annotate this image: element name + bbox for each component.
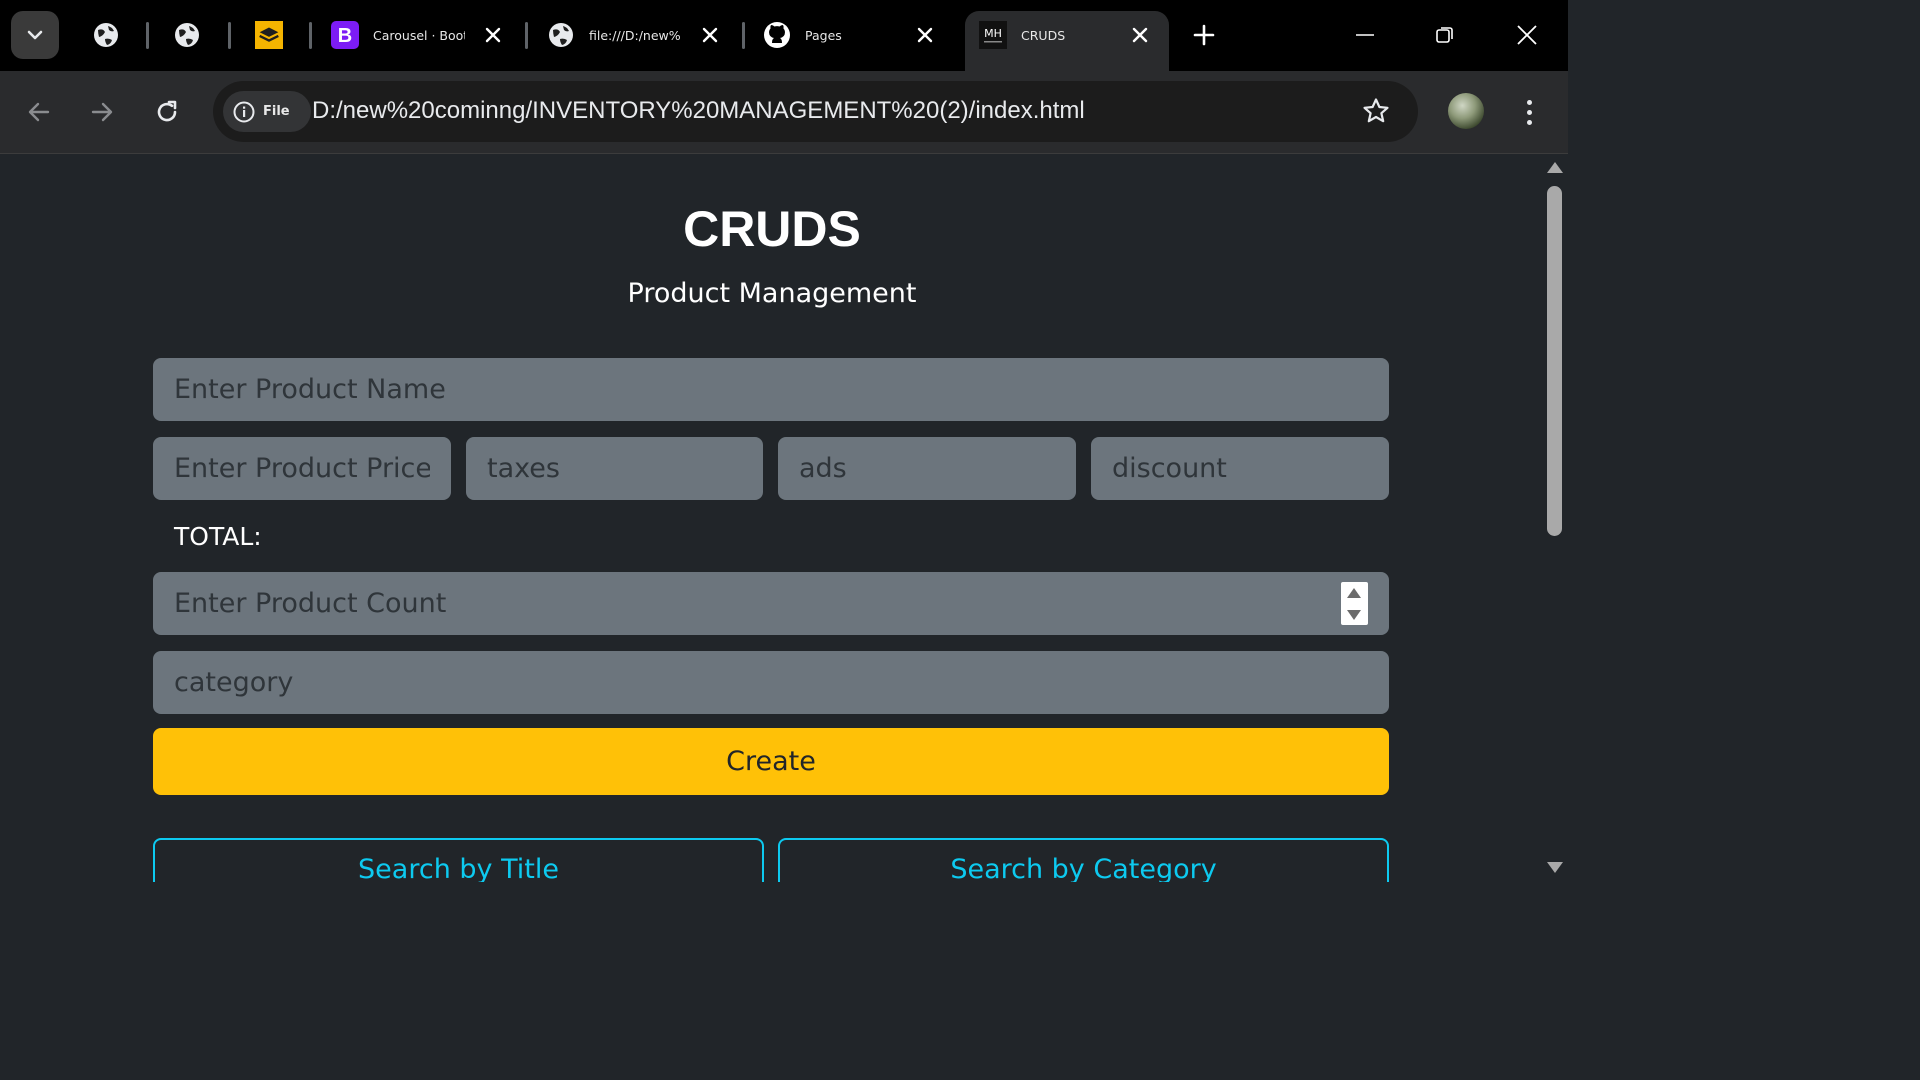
tab-separator	[525, 22, 528, 49]
bootstrap-icon: B	[331, 21, 359, 49]
taxes-input[interactable]	[466, 437, 763, 500]
price-input[interactable]	[153, 437, 451, 500]
globe-icon	[173, 21, 201, 49]
minimize-icon	[1356, 34, 1374, 36]
tab-3[interactable]	[255, 11, 283, 59]
product-name-field[interactable]	[153, 358, 1389, 421]
tab-separator	[309, 22, 312, 49]
scrollbar-thumb[interactable]	[1547, 186, 1562, 536]
svg-text:B: B	[338, 25, 352, 47]
tab-title: CRUDS	[1021, 27, 1066, 43]
ads-input[interactable]	[778, 437, 1076, 500]
page-title: CRUDS	[683, 201, 861, 257]
info-icon	[233, 101, 255, 122]
count-input[interactable]	[153, 572, 1389, 635]
close-icon[interactable]	[699, 24, 721, 46]
page-subtitle: Product Management	[627, 278, 917, 309]
tab-1[interactable]	[92, 11, 120, 59]
count-field[interactable]	[153, 572, 1389, 635]
tab-search-button[interactable]	[11, 11, 59, 59]
tab-separator	[742, 22, 745, 49]
reload-button[interactable]	[150, 95, 184, 129]
tab-4[interactable]: B Carousel · Bootst	[331, 11, 513, 59]
svg-text:MH: MH	[984, 27, 1002, 40]
restore-button[interactable]	[1428, 18, 1462, 52]
scroll-down-arrow-icon[interactable]	[1547, 862, 1563, 873]
close-icon[interactable]	[482, 24, 504, 46]
arrow-left-icon	[28, 102, 50, 122]
product-name-input[interactable]	[153, 358, 1389, 421]
stepper-down-icon[interactable]	[1347, 610, 1361, 620]
category-field[interactable]	[153, 651, 1389, 714]
tab-separator	[146, 22, 149, 49]
tab-6[interactable]: Pages	[763, 11, 945, 59]
discount-input[interactable]	[1091, 437, 1389, 500]
search-by-category-button[interactable]: Search by Category	[778, 838, 1389, 882]
price-field[interactable]	[153, 437, 451, 500]
layers-icon	[255, 21, 283, 49]
tab-2[interactable]	[173, 11, 201, 59]
create-button[interactable]: Create	[153, 728, 1389, 795]
tab-7-active[interactable]: MH CRUDS	[965, 11, 1169, 71]
arrow-right-icon	[91, 102, 113, 122]
search-by-title-button[interactable]: Search by Title	[153, 838, 764, 882]
globe-icon	[92, 21, 120, 49]
globe-icon	[547, 21, 575, 49]
stepper-up-icon[interactable]	[1347, 588, 1361, 598]
bookmark-star-button[interactable]	[1360, 95, 1392, 127]
close-window-button[interactable]	[1510, 18, 1544, 52]
total-label: TOTAL:	[174, 522, 262, 551]
restore-icon	[1436, 27, 1453, 43]
tab-separator	[228, 22, 231, 49]
new-tab-button[interactable]	[1187, 18, 1221, 52]
discount-field[interactable]	[1091, 437, 1389, 500]
close-icon[interactable]	[914, 24, 936, 46]
tab-title: Pages	[805, 27, 842, 43]
github-icon	[763, 21, 791, 49]
page-viewport: CRUDS Product Management TOTAL: Create S…	[0, 154, 1544, 882]
mh-logo-icon: MH	[979, 21, 1007, 49]
tab-title: file:///D:/new%2	[589, 27, 681, 43]
category-input[interactable]	[153, 651, 1389, 714]
kebab-menu-icon[interactable]	[1518, 95, 1540, 129]
tab-strip: B Carousel · Bootst file:///D:/new%2 Pag…	[0, 0, 1568, 71]
address-bar[interactable]: File D:/new%20cominng/INVENTORY%20MANAGE…	[213, 81, 1418, 142]
plus-icon	[1193, 24, 1215, 46]
close-icon	[1517, 25, 1537, 45]
ads-field[interactable]	[778, 437, 1076, 500]
site-info-label: File	[263, 104, 290, 119]
site-info-chip[interactable]: File	[223, 91, 311, 132]
tab-5[interactable]: file:///D:/new%2	[547, 11, 729, 59]
minimize-button[interactable]	[1348, 18, 1382, 52]
reload-icon	[157, 100, 177, 122]
taxes-field[interactable]	[466, 437, 763, 500]
browser-toolbar: File D:/new%20cominng/INVENTORY%20MANAGE…	[0, 71, 1568, 154]
scroll-up-arrow-icon[interactable]	[1547, 162, 1563, 173]
profile-avatar[interactable]	[1448, 93, 1484, 129]
close-icon[interactable]	[1129, 24, 1151, 46]
count-stepper[interactable]	[1341, 582, 1368, 625]
url-text[interactable]: D:/new%20cominng/INVENTORY%20MANAGEMENT%…	[312, 97, 1085, 125]
star-icon	[1363, 98, 1389, 123]
tab-title: Carousel · Bootst	[373, 27, 465, 43]
forward-button[interactable]	[85, 95, 119, 129]
chevron-down-icon	[27, 30, 43, 40]
back-button[interactable]	[22, 95, 56, 129]
